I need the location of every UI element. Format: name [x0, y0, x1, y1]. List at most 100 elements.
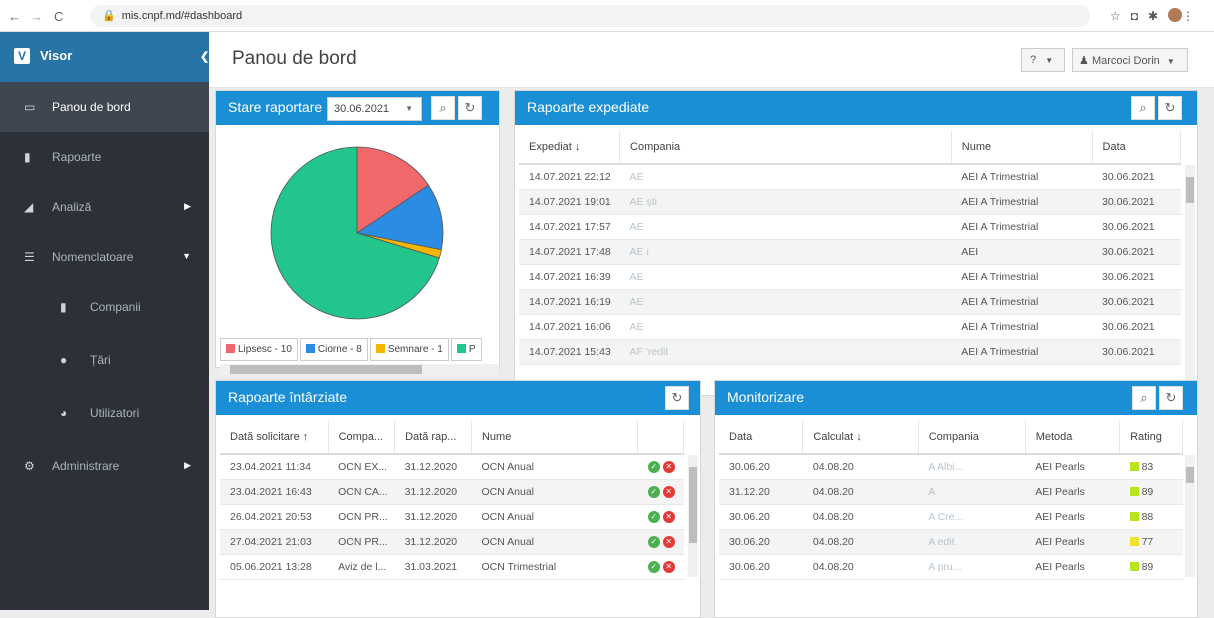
table-row[interactable]: 14.07.2021 16:19 AE AEI A Trimestrial 30.06… — [519, 289, 1181, 315]
table-cell: AEI Pearls — [1025, 454, 1120, 480]
brand-name: Visor — [40, 48, 73, 63]
table-cell: OCN PR... — [328, 504, 395, 530]
refresh-button[interactable]: ↻ — [1158, 96, 1182, 120]
approve-icon[interactable]: ✓ — [647, 511, 660, 523]
back-icon[interactable]: ← — [8, 9, 21, 24]
column-header[interactable]: Data — [719, 421, 804, 455]
sidebar-item-nomenclatoare[interactable]: ☰ Nomenclatoare ▼ — [0, 232, 209, 282]
scroll-thumb[interactable] — [1186, 177, 1194, 203]
vertical-scrollbar[interactable] — [1185, 455, 1195, 577]
address-bar[interactable]: 🔒 mis.cnpf.md/#dashboard — [90, 5, 1090, 27]
legend-item[interactable]: P — [450, 338, 482, 361]
sidebar-item-companii[interactable]: ▮ Companii — [0, 282, 209, 335]
scroll-thumb[interactable] — [689, 467, 697, 543]
column-header[interactable]: Dată rap... — [394, 421, 472, 455]
refresh-icon: ↻ — [464, 100, 476, 115]
help-label: ? — [1030, 54, 1037, 66]
table-row[interactable]: 30.06.20 04.08.20 A Albi... AEI Pearls 83 — [719, 454, 1183, 480]
table-row[interactable]: 27.04.2021 21:03 OCN PR... 31.12.2020 OCN A… — [220, 529, 684, 555]
column-header[interactable]: Metoda — [1025, 421, 1121, 455]
refresh-button[interactable]: ↻ — [665, 386, 689, 410]
table-row[interactable]: 14.07.2021 22:12 AE AEI A Trimestrial 30.06… — [519, 164, 1181, 190]
table-row[interactable]: 05.06.2021 13:28 Aviz de l... 31.03.2021 OC… — [220, 554, 684, 580]
search-button[interactable]: ⌕ — [1131, 96, 1155, 120]
table-row[interactable]: 23.04.2021 16:43 OCN CA... 31.12.2020 OCN A… — [220, 479, 684, 505]
brand[interactable]: V Visor ❮ — [0, 32, 209, 82]
table-cell: OCN Anual — [471, 479, 638, 505]
table-row[interactable]: 30.06.20 04.08.20 A pru... AEI Pearls 89 — [719, 554, 1183, 580]
column-header[interactable]: Nume — [951, 131, 1093, 165]
star-icon[interactable]: ☆ — [1110, 9, 1131, 23]
reload-icon[interactable]: C — [54, 9, 63, 24]
table-container: Dată solicitare ↑ Compa... Dată rap... Nume… — [220, 421, 684, 617]
user-menu-button[interactable]: ♟ Marcoci Dorin ▼ — [1072, 48, 1188, 72]
reject-icon[interactable]: ✕ — [662, 511, 675, 523]
table-cell: 14.07.2021 15:43 — [519, 339, 620, 365]
legend-item[interactable]: Lipsesc - 10 — [220, 338, 298, 361]
table-cell: OCN EX... — [328, 454, 395, 480]
table-row[interactable]: 14.07.2021 15:43 AF 'redit AEI A Trimestri… — [519, 339, 1181, 365]
table-row[interactable]: 14.07.2021 19:01 AE ști AEI A Trimestrial 3… — [519, 189, 1181, 215]
profile-avatar[interactable] — [1168, 8, 1182, 22]
refresh-button[interactable]: ↻ — [458, 96, 482, 120]
table-row[interactable]: 30.06.20 04.08.20 A edit AEI Pearls 77 — [719, 529, 1183, 555]
reject-icon[interactable]: ✕ — [662, 561, 675, 573]
sidebar-item-analiza[interactable]: ◢ Analiză ▶ — [0, 182, 209, 232]
scroll-thumb[interactable] — [230, 365, 422, 374]
column-header[interactable]: Rating — [1119, 421, 1183, 455]
reject-icon[interactable]: ✕ — [662, 461, 675, 474]
extensions-icon[interactable]: ✱ — [1148, 9, 1168, 23]
sidebar-item-tari[interactable]: ● Țări — [0, 335, 209, 388]
column-header[interactable]: Data — [1092, 131, 1181, 165]
scroll-thumb[interactable] — [1186, 467, 1194, 483]
table-row[interactable]: 14.07.2021 16:39 AE AEI A Trimestrial 30.06… — [519, 264, 1181, 290]
approve-icon[interactable]: ✓ — [647, 536, 660, 548]
panel-title: Monitorizare — [727, 389, 805, 405]
column-header[interactable]: Calculat ↓ — [802, 421, 919, 455]
column-header[interactable]: Nume — [471, 421, 639, 455]
table-row[interactable]: 14.07.2021 16:06 AE AEI A Trimestrial 30.06… — [519, 314, 1181, 340]
table-cell: 14.07.2021 19:01 — [519, 189, 620, 215]
reject-icon[interactable]: ✕ — [662, 536, 675, 548]
search-button[interactable]: ⌕ — [1132, 386, 1156, 410]
table-row[interactable]: 31.12.20 04.08.20 A AEI Pearls 89 — [719, 479, 1183, 505]
reject-icon[interactable]: ✕ — [662, 486, 675, 498]
forward-icon[interactable]: → — [30, 9, 43, 24]
table-row[interactable]: 14.07.2021 17:48 AE i AEI 30.06.2021 — [519, 239, 1181, 265]
table-cell: 30.06.2021 — [1092, 189, 1181, 215]
legend-item[interactable]: Ciorne - 8 — [299, 338, 368, 361]
vertical-scrollbar[interactable] — [688, 455, 698, 577]
collapse-sidebar-icon[interactable]: ❮ — [200, 50, 209, 63]
table-row[interactable]: 23.04.2021 11:34 OCN EX... 31.12.2020 OCN A… — [220, 454, 684, 480]
menu-icon[interactable]: ⋮ — [1182, 9, 1204, 23]
rating-indicator — [1129, 561, 1139, 571]
table-row[interactable]: 26.04.2021 20:53 OCN PR... 31.12.2020 OCN A… — [220, 504, 684, 530]
sidebar-item-utilizatori[interactable]: ◕ Utilizatori — [0, 388, 209, 441]
vertical-scrollbar[interactable] — [1185, 165, 1195, 395]
refresh-button[interactable]: ↻ — [1159, 386, 1183, 410]
date-select[interactable]: 30.06.2021 ▼ — [327, 97, 422, 121]
page-title: Panou de bord — [232, 48, 357, 69]
column-header[interactable] — [637, 421, 684, 455]
approve-icon[interactable]: ✓ — [647, 486, 660, 498]
horizontal-scrollbar[interactable] — [220, 364, 498, 375]
column-header[interactable]: Compania — [619, 131, 952, 165]
approve-icon[interactable]: ✓ — [647, 561, 660, 573]
table-row[interactable]: 14.07.2021 17:57 AE AEI A Trimestrial 30.06… — [519, 214, 1181, 240]
sidebar-item-administrare[interactable]: ⚙ Administrare ▶ — [0, 441, 209, 491]
search-button[interactable]: ⌕ — [431, 96, 455, 120]
approve-icon[interactable]: ✓ — [647, 461, 660, 474]
table-row[interactable]: 30.06.20 04.08.20 A Cre... AEI Pearls 88 — [719, 504, 1183, 530]
legend-item[interactable]: Semnare - 1 — [369, 338, 449, 361]
column-header[interactable]: Compa... — [328, 421, 396, 455]
sidebar-item-panou[interactable]: ▭ Panou de bord — [0, 82, 209, 132]
sidebar-item-rapoarte[interactable]: ▮ Rapoarte — [0, 132, 209, 182]
column-header[interactable]: Compania — [918, 421, 1026, 455]
caret-down-icon: ▼ — [1166, 57, 1175, 66]
column-header[interactable]: Expediat ↓ — [519, 131, 621, 165]
table-cell: 04.08.20 — [802, 454, 919, 480]
column-header[interactable]: Dată solicitare ↑ — [220, 421, 329, 455]
help-button[interactable]: ? ▼ — [1021, 48, 1065, 72]
table-cell: 30.06.2021 — [1092, 264, 1181, 290]
shield-icon[interactable]: ◘ — [1131, 9, 1148, 23]
